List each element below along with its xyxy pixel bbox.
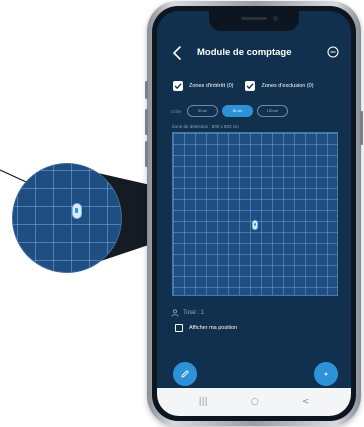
- grid-option-30[interactable]: 30 cm: [187, 105, 218, 117]
- recent-apps-button[interactable]: |||: [199, 397, 208, 407]
- person-marker[interactable]: [252, 220, 258, 230]
- zoom-magnifier: [12, 163, 122, 273]
- notch: [209, 11, 299, 31]
- exclusion-zones-toggle[interactable]: Zones d'exclusion (0): [245, 81, 314, 91]
- grid-label: Grille: [171, 108, 182, 114]
- pencil-icon: [181, 370, 189, 378]
- zone-filters: Zones d'intérêt (0) Zones d'exclusion (0…: [173, 79, 314, 93]
- show-position-toggle[interactable]: Afficher ma position: [175, 323, 237, 333]
- detection-zone-grid[interactable]: [172, 132, 338, 296]
- person-icon: [171, 309, 179, 317]
- app-header: Module de comptage: [157, 33, 351, 73]
- plus-icon: [324, 372, 328, 376]
- volume-up-button: [145, 109, 148, 135]
- check-icon: [174, 83, 182, 90]
- speaker: [241, 17, 267, 20]
- exclusion-zones-label: Zones d'exclusion (0): [261, 83, 314, 89]
- home-button[interactable]: ○: [251, 397, 259, 407]
- exclusion-zones-checkbox[interactable]: [245, 81, 256, 91]
- volume-down-button: [145, 141, 148, 167]
- page-title: Module de comptage: [197, 47, 292, 58]
- grid-option-60[interactable]: 60 cm: [222, 105, 253, 117]
- show-position-label: Afficher ma position: [189, 325, 238, 331]
- interest-zones-checkbox[interactable]: [173, 81, 183, 91]
- person-marker-zoomed: [72, 203, 82, 219]
- detection-zone-label: Zone de détection : 800 x 803 cm: [172, 124, 239, 129]
- grid-option-100[interactable]: 100 cm: [257, 105, 288, 117]
- power-button: [360, 111, 363, 145]
- minus-circle-icon[interactable]: [327, 46, 339, 58]
- back-button[interactable]: <: [302, 397, 310, 407]
- mute-switch: [145, 81, 148, 99]
- grid-size-selector: Grille 30 cm 60 cm 100 cm: [171, 104, 288, 118]
- show-position-checkbox[interactable]: [175, 324, 183, 332]
- check-icon: [247, 83, 254, 90]
- system-nav-bar: ||| ○ <: [157, 388, 351, 416]
- edit-button[interactable]: [173, 362, 197, 386]
- total-count: Total : 1: [171, 308, 204, 318]
- total-text: Total : 1: [183, 310, 205, 316]
- app-screen: Module de comptage Zones d'intérêt (0) Z…: [157, 11, 351, 416]
- add-button[interactable]: [314, 362, 338, 386]
- interest-zones-label: Zones d'intérêt (0): [189, 83, 234, 89]
- interest-zones-toggle[interactable]: Zones d'intérêt (0): [173, 81, 233, 91]
- chevron-left-icon[interactable]: [171, 45, 183, 61]
- front-camera: [273, 16, 278, 21]
- phone-frame: Module de comptage Zones d'intérêt (0) Z…: [145, 1, 363, 426]
